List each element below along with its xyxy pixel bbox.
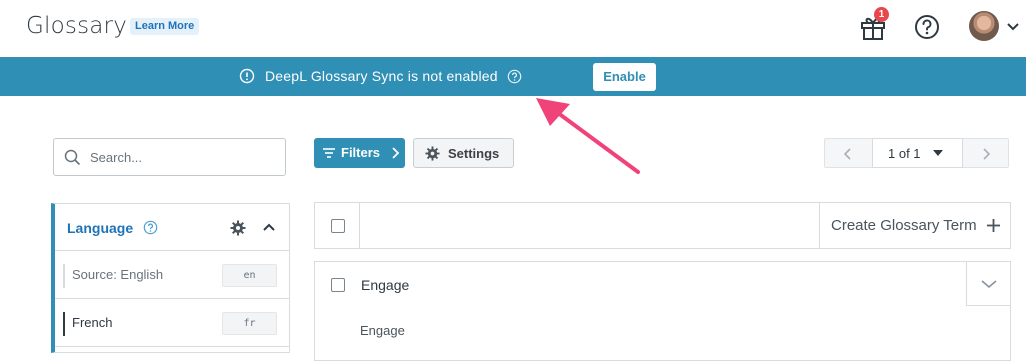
chevron-down-icon — [981, 280, 997, 289]
term-checkbox[interactable] — [331, 278, 345, 292]
plus-icon — [987, 219, 1000, 232]
select-all-checkbox[interactable] — [331, 219, 345, 233]
language-name: Source: English — [72, 267, 164, 282]
glossary-term-card: Engage Engage — [314, 261, 1011, 361]
settings-label: Settings — [448, 146, 500, 161]
language-name: French — [72, 315, 113, 330]
table-header: Create Glossary Term — [314, 202, 1011, 249]
chevron-right-icon — [983, 148, 991, 160]
chevron-up-icon[interactable] — [262, 222, 276, 232]
caret-down-icon — [933, 150, 943, 156]
filters-label: Filters — [341, 145, 381, 160]
search-icon — [64, 149, 81, 166]
page-title: Glossary — [26, 13, 128, 39]
annotation-arrow — [536, 98, 640, 174]
learn-more-link[interactable]: Learn More — [130, 18, 200, 35]
page-select[interactable]: 1 of 1 — [872, 138, 963, 168]
next-page-button[interactable] — [962, 139, 1009, 167]
info-icon — [239, 68, 255, 84]
select-all-cell — [315, 203, 360, 248]
page-indicator: 1 of 1 — [888, 146, 921, 161]
pagination: 1 of 1 — [824, 138, 1009, 168]
language-code: en — [222, 264, 277, 287]
row-indicator — [63, 312, 65, 336]
term-translation: Engage — [360, 323, 405, 338]
enable-button[interactable]: Enable — [593, 63, 656, 91]
sync-banner: DeepL Glossary Sync is not enabled Enabl… — [0, 57, 1026, 96]
create-glossary-term-button[interactable]: Create Glossary Term — [819, 203, 1010, 248]
expand-term-button[interactable] — [966, 262, 1011, 306]
filter-icon — [323, 148, 335, 158]
row-indicator — [63, 264, 65, 288]
language-row-source[interactable]: Source: English en — [55, 252, 290, 299]
help-icon[interactable] — [507, 69, 522, 84]
term-title: Engage — [361, 277, 410, 293]
language-panel: Language Source: English en French fr — [51, 203, 290, 353]
chevron-down-icon[interactable] — [1005, 20, 1021, 34]
settings-button[interactable]: Settings — [413, 138, 514, 168]
top-bar: Glossary Learn More 1 — [0, 0, 1026, 56]
filters-button[interactable]: Filters — [314, 138, 405, 168]
search-box[interactable] — [53, 138, 286, 176]
search-input[interactable] — [90, 147, 275, 167]
avatar[interactable] — [969, 11, 999, 41]
banner-message: DeepL Glossary Sync is not enabled — [265, 68, 498, 84]
language-panel-header[interactable]: Language — [55, 204, 290, 251]
create-glossary-term-label: Create Glossary Term — [831, 217, 977, 234]
language-panel-title: Language — [67, 220, 134, 236]
help-icon[interactable] — [143, 220, 158, 235]
language-row-french[interactable]: French fr — [55, 300, 290, 347]
previous-page-button[interactable] — [825, 139, 872, 167]
language-code: fr — [222, 312, 277, 335]
help-icon[interactable] — [914, 14, 940, 40]
chevron-left-icon — [843, 148, 851, 160]
gear-icon[interactable] — [230, 220, 246, 236]
notification-badge: 1 — [874, 7, 889, 22]
chevron-right-icon — [392, 147, 400, 159]
gear-icon — [425, 146, 440, 161]
